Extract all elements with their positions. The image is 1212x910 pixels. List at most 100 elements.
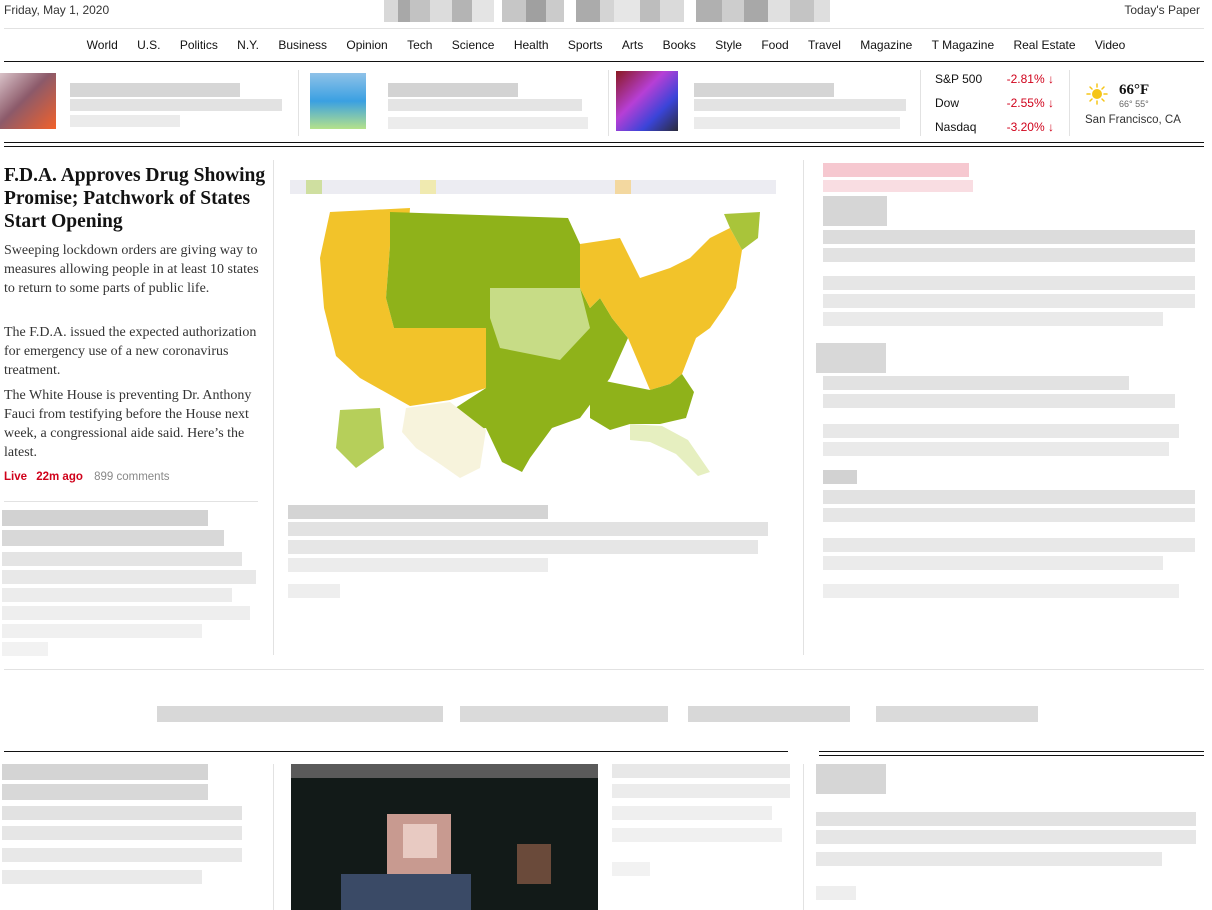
column-divider xyxy=(803,764,804,910)
promo-text-2c xyxy=(388,117,588,129)
lead-headline[interactable]: F.D.A. Approves Drug Showing Promise; Pa… xyxy=(4,164,266,233)
lead-summary-3[interactable]: The White House is preventing Dr. Anthon… xyxy=(4,386,262,462)
lead-meta: Live 22m ago 899 comments xyxy=(4,471,170,483)
section-divider xyxy=(4,146,1204,147)
weather-temperature: 66°F xyxy=(1119,82,1150,98)
story-headline-blurred[interactable] xyxy=(816,343,886,373)
story-summary-blurred xyxy=(816,852,1162,866)
promo-text-3b xyxy=(694,99,906,111)
promo-text-3[interactable] xyxy=(694,83,834,97)
section-link-blurred[interactable] xyxy=(688,706,850,722)
market-change: -3.20% ↓ xyxy=(1006,120,1054,134)
story-headline-blurred[interactable] xyxy=(612,764,790,778)
nav-item-health[interactable]: Health xyxy=(514,38,549,52)
promo-divider xyxy=(608,70,609,136)
lead-summary-1[interactable]: Sweeping lockdown orders are giving way … xyxy=(4,241,262,298)
story-summary-blurred xyxy=(823,508,1195,522)
markets-widget[interactable]: S&P 500 -2.81% ↓ Dow -2.55% ↓ Nasdaq -3.… xyxy=(935,70,1060,142)
story-summary-blurred xyxy=(2,570,256,584)
market-row-sp500[interactable]: S&P 500 -2.81% ↓ xyxy=(935,70,1060,94)
comments-link[interactable]: 899 comments xyxy=(94,471,169,483)
story-summary-blurred xyxy=(2,806,242,820)
us-map-graphic[interactable] xyxy=(290,178,776,488)
promo-text-2[interactable] xyxy=(388,83,518,97)
section-link-blurred[interactable] xyxy=(460,706,668,722)
lead-divider xyxy=(4,501,258,502)
section-link-blurred[interactable] xyxy=(876,706,1038,722)
story-summary-blurred xyxy=(816,812,1196,826)
nav-item-books[interactable]: Books xyxy=(663,38,696,52)
map-region-southeast xyxy=(590,374,694,430)
story-summary-blurred xyxy=(823,376,1129,390)
masthead-logo[interactable] xyxy=(384,0,830,22)
section-divider xyxy=(4,669,1204,670)
section-divider xyxy=(4,751,788,752)
market-name: S&P 500 xyxy=(935,72,983,86)
arrow-down-icon: ↓ xyxy=(1048,96,1054,110)
nav-item-us[interactable]: U.S. xyxy=(137,38,160,52)
date: Friday, May 1, 2020 xyxy=(4,3,110,17)
todays-paper-link[interactable]: Today's Paper xyxy=(1124,3,1200,17)
story-headline-blurred[interactable] xyxy=(2,764,208,780)
map-caption-blurred[interactable] xyxy=(288,505,548,519)
promo-thumbnail-3[interactable] xyxy=(616,71,678,131)
section-link-blurred[interactable] xyxy=(157,706,443,722)
nav-item-sports[interactable]: Sports xyxy=(568,38,603,52)
market-row-nasdaq[interactable]: Nasdaq -3.20% ↓ xyxy=(935,118,1060,142)
map-region-florida xyxy=(630,424,710,476)
story-summary-blurred xyxy=(823,394,1175,408)
promo-text-1[interactable] xyxy=(70,83,240,97)
story-summary-blurred xyxy=(816,830,1196,844)
map-caption-blurred xyxy=(288,540,758,554)
promo-thumbnail-1[interactable] xyxy=(0,73,56,129)
story-summary-blurred xyxy=(823,248,1195,262)
story-summary-blurred xyxy=(612,806,772,820)
story-headline-blurred[interactable] xyxy=(823,470,857,484)
promo-thumbnail-2[interactable] xyxy=(310,73,366,129)
story-summary-blurred xyxy=(823,490,1195,504)
nav-divider xyxy=(4,61,1204,62)
nav-item-video[interactable]: Video xyxy=(1095,38,1125,52)
nav-item-t-magazine[interactable]: T Magazine xyxy=(932,38,994,52)
promo-text-1c xyxy=(70,115,180,127)
nav-item-magazine[interactable]: Magazine xyxy=(860,38,912,52)
nav-item-world[interactable]: World xyxy=(87,38,118,52)
nav-item-real-estate[interactable]: Real Estate xyxy=(1013,38,1075,52)
story-kicker-blurred xyxy=(823,163,969,177)
story-summary-blurred xyxy=(2,826,242,840)
column-divider xyxy=(803,160,804,655)
story-summary-blurred xyxy=(612,862,650,876)
story-headline-blurred xyxy=(823,230,1195,244)
story-headline-blurred xyxy=(2,530,224,546)
nav-item-travel[interactable]: Travel xyxy=(808,38,841,52)
nav-item-business[interactable]: Business xyxy=(278,38,327,52)
nav-item-politics[interactable]: Politics xyxy=(180,38,218,52)
section-divider xyxy=(819,751,1204,752)
nav-item-style[interactable]: Style xyxy=(715,38,742,52)
story-summary-blurred xyxy=(2,870,202,884)
story-photo[interactable] xyxy=(291,764,598,910)
map-caption-blurred xyxy=(288,522,768,536)
timestamp: 22m ago xyxy=(36,471,83,483)
story-summary-blurred xyxy=(823,538,1195,552)
market-row-dow[interactable]: Dow -2.55% ↓ xyxy=(935,94,1060,118)
live-badge: Live xyxy=(4,471,28,483)
arrow-down-icon: ↓ xyxy=(1048,72,1054,86)
map-caption-blurred xyxy=(288,584,340,598)
section-nav: World U.S. Politics N.Y. Business Opinio… xyxy=(0,38,1212,52)
story-headline-blurred[interactable] xyxy=(816,764,886,794)
story-summary-blurred xyxy=(2,848,242,862)
story-headline-blurred[interactable] xyxy=(823,196,887,226)
story-summary-blurred xyxy=(2,588,232,602)
nav-item-opinion[interactable]: Opinion xyxy=(346,38,387,52)
story-summary-blurred xyxy=(823,556,1163,570)
nav-item-ny[interactable]: N.Y. xyxy=(237,38,259,52)
nav-item-tech[interactable]: Tech xyxy=(407,38,432,52)
story-headline-blurred[interactable] xyxy=(2,510,208,526)
nav-item-science[interactable]: Science xyxy=(452,38,495,52)
arrow-down-icon: ↓ xyxy=(1048,120,1054,134)
market-change: -2.55% ↓ xyxy=(1006,96,1054,110)
lead-summary-2[interactable]: The F.D.A. issued the expected authoriza… xyxy=(4,323,262,380)
nav-item-food[interactable]: Food xyxy=(761,38,788,52)
nav-item-arts[interactable]: Arts xyxy=(622,38,643,52)
